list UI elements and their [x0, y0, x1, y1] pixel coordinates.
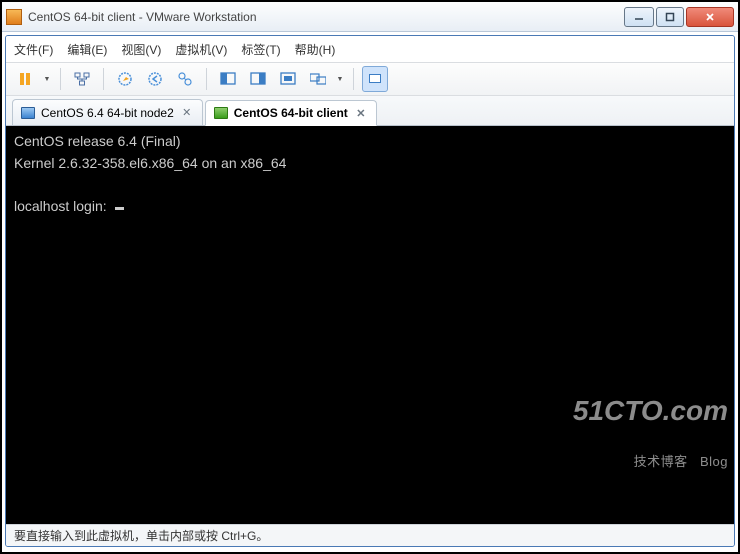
statusbar: 要直接输入到此虚拟机，单击内部或按 Ctrl+G。: [6, 524, 734, 546]
watermark: 51CTO.com 技术博客 Blog: [573, 367, 728, 498]
revert-button[interactable]: [142, 66, 168, 92]
titlebar: CentOS 64-bit client - VMware Workstatio…: [2, 2, 738, 32]
maximize-button[interactable]: [656, 7, 684, 27]
console-line: Kernel 2.6.32-358.el6.x86_64 on an x86_6…: [14, 155, 286, 171]
menu-vm[interactable]: 虚拟机(V): [175, 41, 227, 58]
vm-icon: [21, 107, 35, 119]
minimize-button[interactable]: [624, 7, 654, 27]
pause-dropdown[interactable]: ▼: [42, 76, 52, 83]
toolbar-separator: [103, 68, 104, 90]
vm-console[interactable]: CentOS release 6.4 (Final) Kernel 2.6.32…: [6, 126, 734, 524]
watermark-small: 技术博客 Blog: [573, 455, 728, 469]
show-console-button[interactable]: [215, 66, 241, 92]
unity-button[interactable]: [245, 66, 271, 92]
toolbar-separator: [60, 68, 61, 90]
thumbnail-bar-button[interactable]: [362, 66, 388, 92]
close-button[interactable]: [686, 7, 734, 27]
multimon-dropdown[interactable]: ▼: [335, 76, 345, 83]
snapshot-button[interactable]: [112, 66, 138, 92]
menubar: 文件(F) 编辑(E) 视图(V) 虚拟机(V) 标签(T) 帮助(H): [6, 36, 734, 62]
tab-inactive-vm[interactable]: CentOS 6.4 64-bit node2 ✕: [12, 99, 203, 125]
watermark-big: 51CTO.com: [573, 396, 728, 425]
toolbar-separator: [206, 68, 207, 90]
menu-help[interactable]: 帮助(H): [295, 41, 336, 58]
snapshot-manager-button[interactable]: [172, 66, 198, 92]
network-button[interactable]: [69, 66, 95, 92]
menu-edit[interactable]: 编辑(E): [67, 41, 107, 58]
tab-label: CentOS 6.4 64-bit node2: [41, 106, 174, 120]
status-text: 要直接输入到此虚拟机，单击内部或按 Ctrl+G。: [14, 527, 268, 544]
tab-close-icon[interactable]: ✕: [180, 106, 194, 120]
menu-tabs[interactable]: 标签(T): [241, 41, 280, 58]
app-frame: 文件(F) 编辑(E) 视图(V) 虚拟机(V) 标签(T) 帮助(H) ▼: [5, 35, 735, 547]
pause-button[interactable]: [12, 66, 38, 92]
window-controls: [624, 7, 734, 27]
menu-file[interactable]: 文件(F): [14, 41, 53, 58]
tabbar: CentOS 6.4 64-bit node2 ✕ CentOS 64-bit …: [6, 96, 734, 126]
window-title: CentOS 64-bit client - VMware Workstatio…: [28, 10, 624, 24]
fullscreen-button[interactable]: [275, 66, 301, 92]
menu-view[interactable]: 视图(V): [121, 41, 161, 58]
toolbar: ▼ ▼: [6, 62, 734, 96]
app-icon: [6, 9, 22, 25]
tab-label: CentOS 64-bit client: [234, 106, 348, 120]
multimon-button[interactable]: [305, 66, 331, 92]
console-line: CentOS release 6.4 (Final): [14, 133, 181, 149]
vm-running-icon: [214, 107, 228, 119]
tab-close-icon[interactable]: ✕: [354, 106, 368, 120]
toolbar-separator: [353, 68, 354, 90]
cursor: [115, 207, 124, 210]
console-prompt: localhost login:: [14, 198, 111, 214]
tab-active-vm[interactable]: CentOS 64-bit client ✕: [205, 100, 377, 126]
